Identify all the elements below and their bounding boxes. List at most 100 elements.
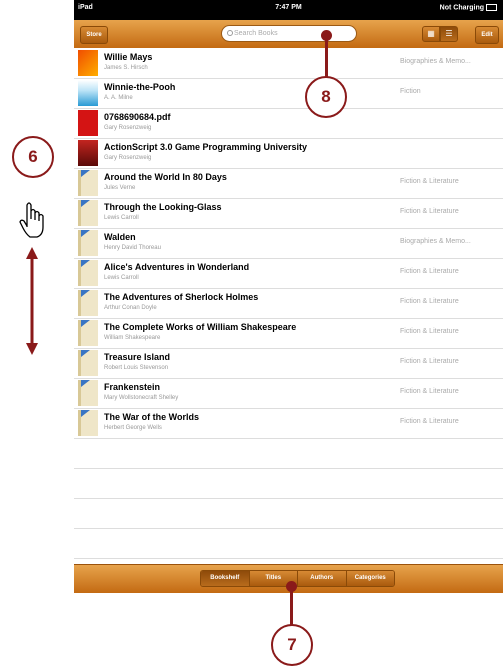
- book-ribbon-icon: [81, 260, 90, 267]
- status-bar: iPad 7:47 PM Not Charging: [74, 0, 503, 20]
- book-row[interactable]: Around the World In 80 Days Jules Verne Fi…: [74, 168, 503, 199]
- book-category: Fiction & Literature: [400, 208, 459, 215]
- book-cover: [78, 200, 98, 226]
- book-cover: [78, 140, 98, 166]
- book-category: Fiction: [400, 88, 421, 95]
- empty-row: [74, 528, 503, 559]
- callout-8: 8: [305, 76, 347, 118]
- book-title: Frankenstein: [104, 382, 161, 392]
- book-category: Biographies & Memo...: [400, 238, 471, 245]
- book-title: The Complete Works of William Shakespear…: [104, 322, 297, 332]
- tab-bookshelf[interactable]: Bookshelf: [201, 571, 250, 586]
- toolbar: Store Search Books ▦ ☰ Edit: [74, 20, 503, 49]
- grid-view-icon[interactable]: ▦: [422, 26, 440, 42]
- book-author: Henry David Thoreau: [104, 245, 161, 251]
- book-row[interactable]: Willie Mays James S. Hirsch Biographies & …: [74, 48, 503, 79]
- book-author: Herbert George Wells: [104, 425, 162, 431]
- book-title: 0768690684.pdf: [104, 112, 171, 122]
- edit-button[interactable]: Edit: [475, 26, 499, 44]
- book-cover: [78, 290, 98, 316]
- book-ribbon-icon: [81, 320, 90, 327]
- callout-8-line: [325, 38, 328, 78]
- book-row[interactable]: Walden Henry David Thoreau Biographies & M…: [74, 228, 503, 259]
- book-title: Walden: [104, 232, 136, 242]
- book-author: Lewis Carroll: [104, 275, 139, 281]
- book-cover: [78, 50, 98, 76]
- battery-text: Not Charging: [439, 4, 484, 12]
- book-cover: [78, 410, 98, 436]
- book-title: Through the Looking-Glass: [104, 202, 222, 212]
- book-cover: [78, 80, 98, 106]
- book-author: A. A. Milne: [104, 95, 133, 101]
- book-title: Winnie-the-Pooh: [104, 82, 176, 92]
- book-author: Gary Rosenzweig: [104, 155, 152, 161]
- book-category: Fiction & Literature: [400, 358, 459, 365]
- search-icon: [227, 30, 233, 36]
- view-tabs: Bookshelf Titles Authors Categories: [200, 570, 395, 587]
- book-author: William Shakespeare: [104, 335, 161, 341]
- book-ribbon-icon: [81, 380, 90, 387]
- search-placeholder: Search Books: [234, 30, 278, 37]
- book-ribbon-icon: [81, 200, 90, 207]
- book-row[interactable]: Treasure Island Robert Louis Stevenson Fic…: [74, 348, 503, 379]
- book-title: ActionScript 3.0 Game Programming Univer…: [104, 142, 308, 152]
- tab-authors[interactable]: Authors: [298, 571, 347, 586]
- book-title: Alice's Adventures in Wonderland: [104, 262, 250, 272]
- search-input[interactable]: Search Books: [221, 25, 357, 42]
- book-title: Around the World In 80 Days: [104, 172, 227, 182]
- book-category: Fiction & Literature: [400, 418, 459, 425]
- callout-7: 7: [271, 624, 313, 666]
- book-row[interactable]: Frankenstein Mary Wollstonecraft Shelley F…: [74, 378, 503, 409]
- book-cover: [78, 380, 98, 406]
- book-row[interactable]: ActionScript 3.0 Game Programming Univer…: [74, 138, 503, 169]
- book-cover: [78, 170, 98, 196]
- book-row[interactable]: The Adventures of Sherlock Holmes Arthur …: [74, 288, 503, 319]
- book-author: Mary Wollstonecraft Shelley: [104, 395, 179, 401]
- callout-6: 6: [12, 136, 54, 178]
- book-list[interactable]: Willie Mays James S. Hirsch Biographies & …: [74, 48, 503, 564]
- status-time: 7:47 PM: [275, 4, 302, 11]
- book-category: Fiction & Literature: [400, 388, 459, 395]
- swipe-hand-icon: [19, 202, 44, 355]
- book-cover: [78, 320, 98, 346]
- book-author: Jules Verne: [104, 185, 136, 191]
- ipad-screen: iPad 7:47 PM Not Charging Store Search B…: [74, 0, 503, 593]
- book-title: The Adventures of Sherlock Holmes: [104, 292, 259, 302]
- book-row[interactable]: Through the Looking-Glass Lewis Carroll Fi…: [74, 198, 503, 229]
- tab-categories[interactable]: Categories: [346, 571, 394, 586]
- book-title: Treasure Island: [104, 352, 171, 362]
- book-category: Fiction & Literature: [400, 178, 459, 185]
- book-row[interactable]: Winnie-the-Pooh A. A. Milne Fiction: [74, 78, 503, 109]
- book-row[interactable]: 0768690684.pdf Gary Rosenzweig: [74, 108, 503, 139]
- book-author: James S. Hirsch: [104, 65, 148, 71]
- book-cover: [78, 110, 98, 136]
- callout-7-line: [290, 588, 293, 626]
- book-row[interactable]: The Complete Works of William Shakespear…: [74, 318, 503, 349]
- book-row[interactable]: Alice's Adventures in Wonderland Lewis Ca…: [74, 258, 503, 289]
- book-author: Arthur Conan Doyle: [104, 305, 157, 311]
- book-ribbon-icon: [81, 290, 90, 297]
- empty-row: [74, 498, 503, 529]
- book-cover: [78, 230, 98, 256]
- book-category: Fiction & Literature: [400, 268, 459, 275]
- empty-row: [74, 438, 503, 469]
- book-row[interactable]: The War of the Worlds Herbert George Well…: [74, 408, 503, 439]
- book-ribbon-icon: [81, 410, 90, 417]
- book-ribbon-icon: [81, 170, 90, 177]
- book-category: Biographies & Memo...: [400, 58, 471, 65]
- store-button[interactable]: Store: [80, 26, 108, 44]
- book-cover: [78, 350, 98, 376]
- list-view-icon[interactable]: ☰: [440, 26, 458, 42]
- book-ribbon-icon: [81, 230, 90, 237]
- battery-icon: [486, 4, 497, 11]
- book-ribbon-icon: [81, 350, 90, 357]
- battery-status: Not Charging: [440, 4, 497, 11]
- book-title: Willie Mays: [104, 52, 153, 62]
- book-author: Gary Rosenzweig: [104, 125, 152, 131]
- book-category: Fiction & Literature: [400, 298, 459, 305]
- book-cover: [78, 260, 98, 286]
- book-author: Lewis Carroll: [104, 215, 139, 221]
- book-title: The War of the Worlds: [104, 412, 200, 422]
- book-author: Robert Louis Stevenson: [104, 365, 169, 371]
- book-category: Fiction & Literature: [400, 328, 459, 335]
